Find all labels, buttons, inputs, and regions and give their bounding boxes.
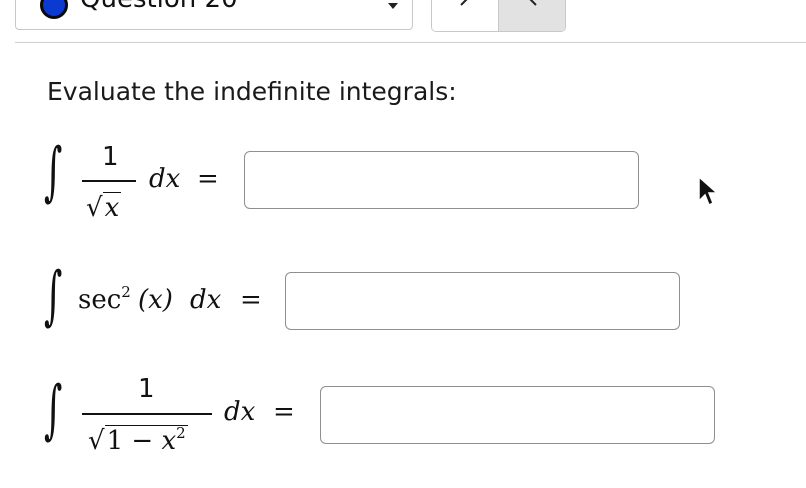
sec-squared-expression: sec2 xyxy=(78,283,131,318)
numerator: 1 xyxy=(102,142,119,172)
sqrt-symbol: √ xyxy=(86,193,103,223)
integral-sign: ∫ xyxy=(44,373,63,447)
equals-sign: = xyxy=(240,285,262,315)
differential: dx xyxy=(224,397,256,427)
equals-sign: = xyxy=(197,164,219,194)
header-divider xyxy=(15,42,806,43)
integral-sign: ∫ xyxy=(44,135,63,209)
radicand-variable: x xyxy=(161,426,177,456)
chevron-down-icon xyxy=(388,3,398,9)
equals-sign: = xyxy=(273,397,295,427)
denominator: √1 − x2 xyxy=(88,424,188,459)
previous-question-button[interactable] xyxy=(432,0,498,31)
question-status-icon xyxy=(40,0,68,19)
numerator: 1 xyxy=(138,374,155,404)
mouse-pointer-icon xyxy=(698,175,719,207)
answer-input-3[interactable] xyxy=(320,386,715,444)
differential: dx xyxy=(190,285,222,315)
question-label: Question 20 xyxy=(80,0,238,16)
question-nav xyxy=(431,0,566,32)
sqrt-symbol: √ xyxy=(88,426,105,456)
function-name: sec xyxy=(78,285,122,315)
radicand: x xyxy=(102,192,122,223)
radicand-prefix: 1 − xyxy=(106,426,162,456)
radicand: 1 − x2 xyxy=(104,424,188,456)
chevron-right-icon xyxy=(529,0,537,6)
answer-input-1[interactable] xyxy=(244,151,639,209)
denominator: √x xyxy=(86,192,122,223)
radicand-exponent: 2 xyxy=(176,424,186,442)
fraction-bar xyxy=(82,180,136,182)
chevron-left-icon xyxy=(460,0,468,6)
question-prompt: Evaluate the indefinite integrals: xyxy=(47,77,457,106)
answer-input-2[interactable] xyxy=(285,272,680,330)
integral-sign: ∫ xyxy=(44,259,63,333)
fraction-bar xyxy=(82,413,212,415)
differential: dx xyxy=(149,164,181,194)
argument: (x) xyxy=(138,285,173,315)
exponent: 2 xyxy=(121,283,131,301)
next-question-button[interactable] xyxy=(498,0,565,31)
question-selector[interactable]: Question 20 xyxy=(15,0,413,30)
